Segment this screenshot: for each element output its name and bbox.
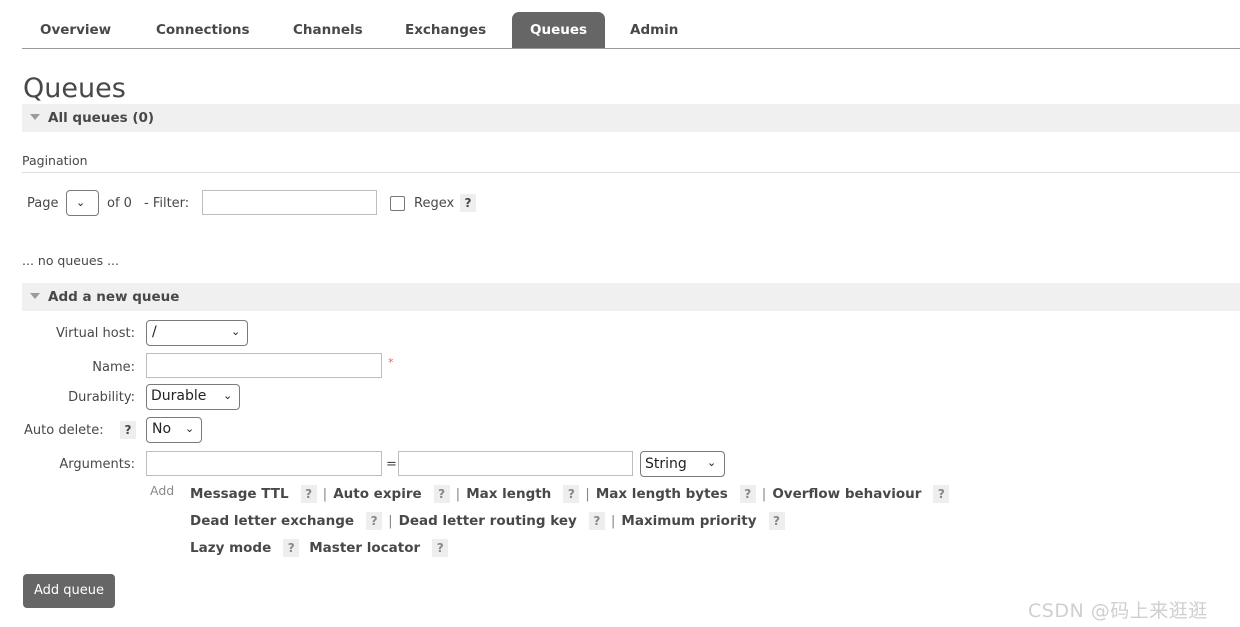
tab-channels[interactable]: Channels [275,12,381,48]
option-dead-letter-exchange[interactable]: Dead letter exchange [190,513,354,529]
required-marker: * [388,356,394,369]
chevron-down-icon: ⌄ [231,325,241,338]
collapse-triangle-icon [30,293,40,299]
page-title: Queues [23,73,126,104]
auto-delete-label: Auto delete: [24,423,104,438]
argument-value-input[interactable] [398,451,633,476]
regex-label: Regex [414,196,455,211]
argument-options-row-3: Lazy mode? Master locator? [190,539,449,557]
argument-type-select[interactable]: String ⌄ [640,451,725,477]
durability-value: Durable [151,388,207,404]
regex-help-icon[interactable]: ? [460,194,476,212]
page-select[interactable]: ⌄ [66,190,99,216]
add-queue-toggle[interactable]: Add a new queue [22,283,1240,311]
no-queues-message: ... no queues ... [22,253,120,268]
option-max-length[interactable]: Max length [466,486,551,502]
equals-sign: = [386,457,397,472]
option-lazy-mode[interactable]: Lazy mode [190,540,271,556]
add-queue-button[interactable]: Add queue [23,574,115,608]
argument-options-row-2: Dead letter exchange? | Dead letter routin… [190,512,785,530]
help-icon[interactable]: ? [588,512,605,530]
option-maximum-priority[interactable]: Maximum priority [621,513,756,529]
arguments-label: Arguments: [59,457,135,472]
option-dead-letter-routing-key[interactable]: Dead letter routing key [399,513,577,529]
chevron-down-icon: ⌄ [223,389,233,402]
filter-label: - Filter: [144,196,190,211]
name-label: Name: [92,360,135,375]
page-label: Page [27,196,59,211]
help-icon[interactable]: ? [432,539,449,557]
separator: | [585,486,590,502]
chevron-down-icon: ⌄ [185,422,195,435]
separator: | [388,513,393,529]
argument-key-input[interactable] [146,451,382,476]
option-max-length-bytes[interactable]: Max length bytes [596,486,728,502]
argument-type-value: String [645,456,687,472]
durability-label: Durability: [68,390,135,405]
tab-exchanges[interactable]: Exchanges [387,12,504,48]
help-icon[interactable]: ? [300,485,317,503]
virtual-host-value: / [152,324,157,340]
option-overflow-behaviour[interactable]: Overflow behaviour [772,486,921,502]
help-icon[interactable]: ? [933,485,950,503]
separator: | [322,486,328,502]
chevron-down-icon: ⌄ [707,456,717,469]
argument-options-row-1: Message TTL? | Auto expire? | Max length? | Ma… [190,485,950,503]
separator: | [761,486,767,502]
collapse-triangle-icon [30,114,40,120]
pagination-divider [22,172,1240,173]
option-master-locator[interactable]: Master locator [309,540,420,556]
virtual-host-label: Virtual host: [55,326,135,341]
tab-admin[interactable]: Admin [612,12,696,48]
auto-delete-select[interactable]: No ⌄ [146,417,202,443]
help-icon[interactable]: ? [366,512,383,530]
page-count: of 0 [107,196,132,211]
add-queue-section-label: Add a new queue [48,289,180,305]
option-message-ttl[interactable]: Message TTL [190,486,289,502]
tab-overview[interactable]: Overview [22,12,129,48]
virtual-host-select[interactable]: / ⌄ [146,320,248,346]
auto-delete-value: No [152,421,172,437]
chevron-down-icon: ⌄ [76,196,86,209]
pagination-heading: Pagination [22,153,88,168]
queue-name-input[interactable] [146,353,382,378]
tab-queues[interactable]: Queues [512,12,606,48]
main-nav: Overview Connections Channels Exchanges … [22,12,1240,49]
auto-delete-help-icon[interactable]: ? [120,421,136,439]
add-label: Add [150,483,175,498]
help-icon[interactable]: ? [563,485,580,503]
separator: | [455,486,461,502]
help-icon[interactable]: ? [768,512,785,530]
all-queues-label: All queues (0) [48,110,155,126]
durability-select[interactable]: Durable ⌄ [146,384,240,410]
help-icon[interactable]: ? [739,485,756,503]
regex-checkbox[interactable] [390,196,405,211]
tab-connections[interactable]: Connections [138,12,268,48]
all-queues-toggle[interactable]: All queues (0) [22,104,1240,132]
help-icon[interactable]: ? [433,485,450,503]
filter-input[interactable] [202,190,377,215]
watermark: CSDN @码上来逛逛 [1028,600,1208,622]
separator: | [610,513,616,529]
help-icon[interactable]: ? [283,539,300,557]
option-auto-expire[interactable]: Auto expire [333,486,421,502]
